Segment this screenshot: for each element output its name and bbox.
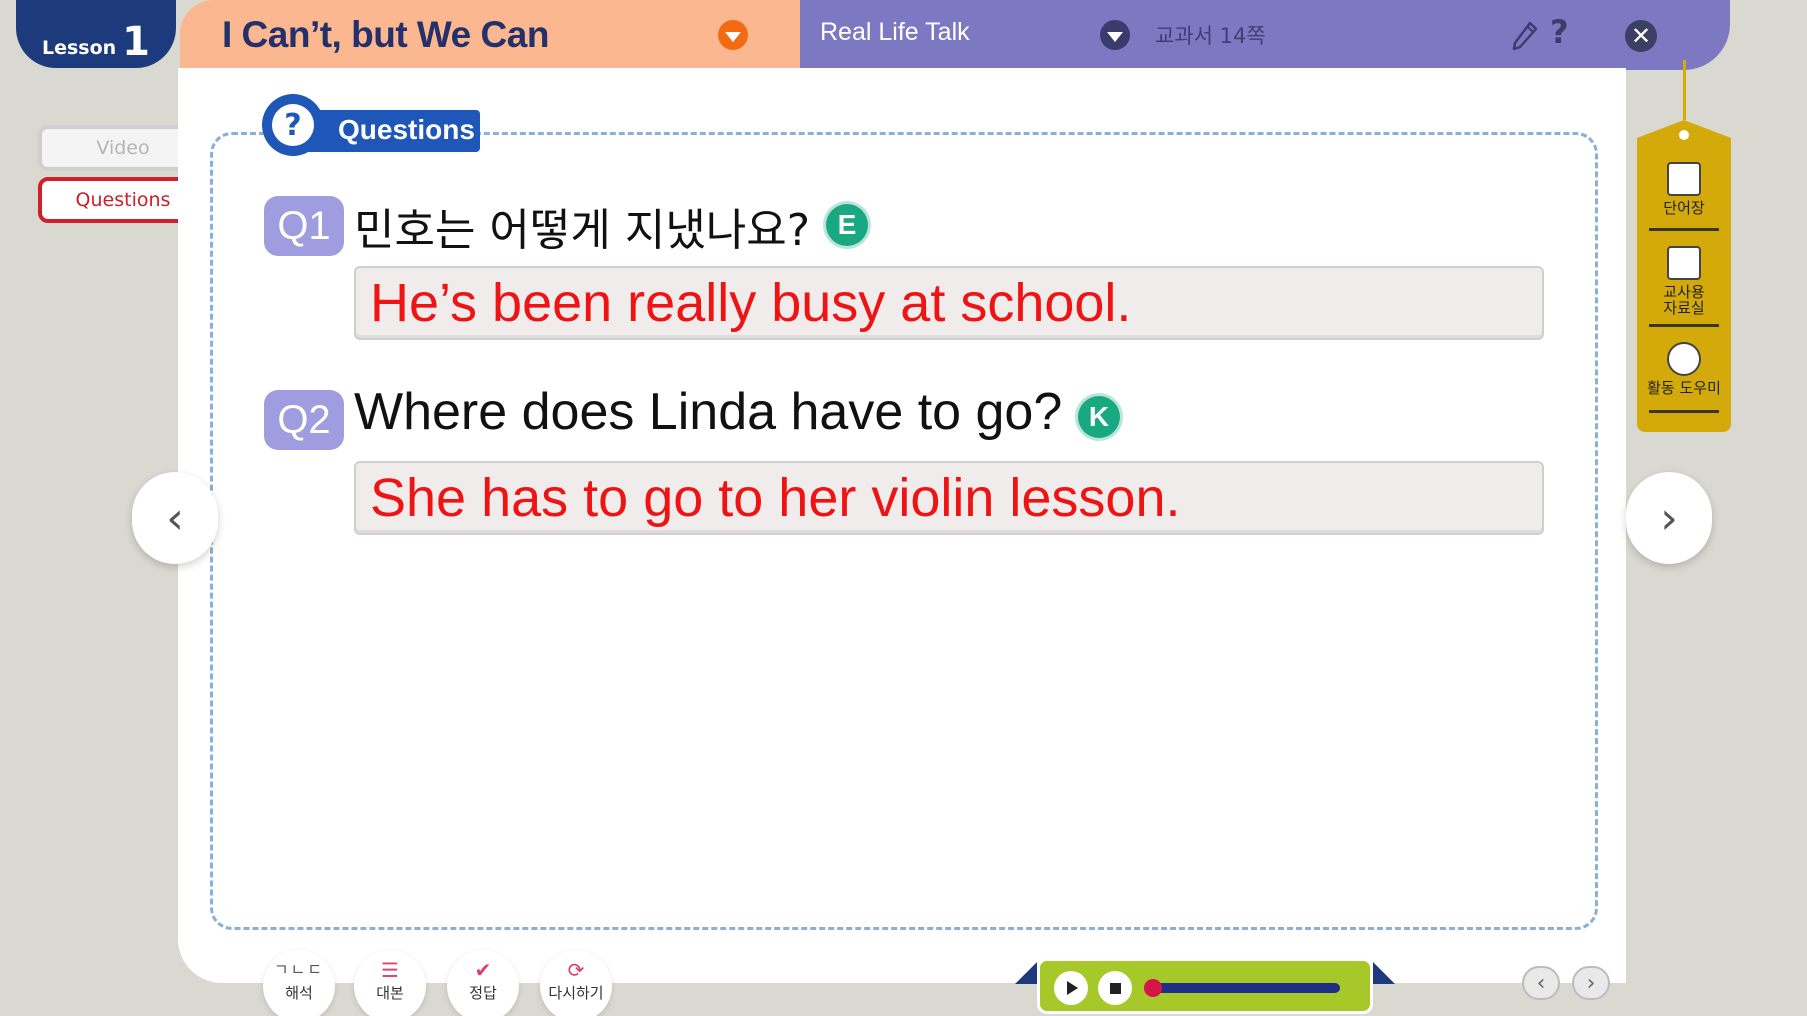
chevron-left-icon: ‹ [1536, 970, 1546, 996]
question-text-1: 민호는 어떻게 지냈나요? [354, 205, 811, 256]
mini-page-nav: ‹ › [1510, 966, 1630, 1006]
hangul-icon: ㄱㄴㄷ [273, 960, 325, 979]
title-bar: I Can’t, but We Can [180, 0, 800, 70]
answer-box-2: She has to go to her violin lesson. [354, 461, 1544, 535]
tool-activity-helper-label: 활동 도우미 [1647, 379, 1721, 397]
tool-activity-helper[interactable]: 활동 도우미 [1647, 342, 1721, 396]
question-mark-icon: ? [262, 94, 324, 156]
chevron-right-icon: › [1586, 970, 1596, 996]
lesson-word: Lesson [41, 37, 117, 59]
smiley-icon [1667, 342, 1701, 376]
translation-button[interactable]: ㄱㄴㄷ 해석 [263, 950, 335, 1016]
document-icon: ☰ [381, 958, 399, 982]
close-icon[interactable]: ✕ [1625, 20, 1657, 52]
title-dropdown-icon[interactable] [718, 20, 748, 50]
stop-icon[interactable] [1098, 971, 1132, 1005]
question-number-2: Q2 [264, 390, 344, 450]
tool-teacher-resources-label: 교사용 자료실 [1663, 283, 1705, 317]
mini-prev-button[interactable]: ‹ [1522, 966, 1560, 1000]
books-icon [1667, 246, 1701, 280]
page-reference: 교과서 14쪽 [1155, 24, 1266, 48]
script-button[interactable]: ☰ 대본 [354, 950, 426, 1016]
answer-text-1: He’s been really busy at school. [370, 273, 1132, 333]
refresh-icon: ⟳ [567, 958, 585, 982]
toolbox-divider [1649, 410, 1719, 413]
help-icon[interactable]: ? [1550, 13, 1569, 51]
retry-button[interactable]: ⟳ 다시하기 [540, 950, 612, 1016]
lesson-number: 1 [122, 19, 151, 65]
questions-badge: ? Questions [262, 94, 480, 156]
toolbox-hole [1679, 130, 1689, 140]
toolbox-string [1683, 60, 1686, 120]
answer-label: 정답 [469, 984, 497, 1002]
chevron-left-icon: ‹ [166, 492, 184, 544]
toolbox-panel: 단어장 교사용 자료실 활동 도우미 [1637, 120, 1731, 432]
next-page-button[interactable]: › [1626, 472, 1712, 564]
chevron-right-icon: › [1660, 492, 1678, 544]
tool-vocabulary[interactable]: 단어장 [1647, 162, 1721, 216]
translation-label: 해석 [285, 984, 313, 1002]
answer-text-2: She has to go to her violin lesson. [370, 468, 1181, 528]
notepad-icon [1667, 162, 1701, 196]
subtitle-dropdown-icon[interactable] [1100, 20, 1130, 50]
pencil-icon[interactable] [1510, 20, 1540, 52]
player-bar [1037, 958, 1373, 1014]
lesson-title: I Can’t, but We Can [222, 14, 549, 55]
menu-bar: Real Life Talk 교과서 14쪽 ? ✕ [770, 0, 1730, 70]
progress-knob[interactable] [1144, 979, 1162, 997]
progress-track[interactable] [1144, 979, 1340, 997]
retry-label: 다시하기 [548, 984, 604, 1002]
level-badge-1: E [826, 204, 868, 246]
prev-page-button[interactable]: ‹ [132, 472, 218, 564]
lesson-tab: Lesson 1 [16, 0, 176, 68]
player-wing-left [1015, 962, 1037, 984]
player-wing-right [1373, 962, 1395, 984]
section-subtitle: Real Life Talk [820, 18, 970, 46]
tool-vocabulary-label: 단어장 [1663, 199, 1705, 217]
answer-button[interactable]: ✔ 정답 [447, 950, 519, 1016]
questions-heading: Questions [338, 114, 475, 145]
answer-box-1: He’s been really busy at school. [354, 266, 1544, 340]
mini-next-button[interactable]: › [1572, 966, 1610, 1000]
tool-teacher-resources[interactable]: 교사용 자료실 [1647, 246, 1721, 316]
toolbox-divider [1649, 324, 1719, 327]
play-icon[interactable] [1054, 971, 1088, 1005]
question-number-1: Q1 [264, 196, 344, 256]
question-text-2: Where does Linda have to go? [354, 383, 1063, 441]
script-label: 대본 [376, 984, 404, 1002]
level-badge-2: K [1078, 396, 1120, 438]
check-icon: ✔ [474, 958, 492, 982]
audio-player [1015, 958, 1395, 1016]
toolbox-divider [1649, 228, 1719, 231]
